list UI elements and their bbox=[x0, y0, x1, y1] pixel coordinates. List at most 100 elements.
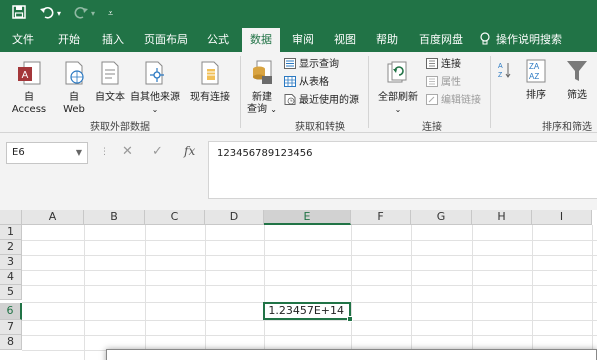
sort-az-icon: AZ bbox=[498, 63, 512, 82]
svg-text:ZA: ZA bbox=[529, 62, 540, 71]
group-label-sort-filter: 排序和筛选 bbox=[542, 122, 592, 133]
ribbon-data: A 自 Access 自 Web 自文本 自其他来源 ⌄ 现有连接 获取外部数据 bbox=[0, 52, 597, 133]
gridline bbox=[472, 225, 473, 360]
chevron-down-icon: ⌄ bbox=[394, 105, 402, 114]
row-header-7[interactable]: 7 bbox=[0, 320, 22, 335]
new-query-label-2: 查询 bbox=[247, 104, 268, 115]
tab-review[interactable]: 审阅 bbox=[286, 28, 320, 52]
chevron-down-icon[interactable]: ▼ bbox=[76, 143, 82, 163]
gridline bbox=[592, 225, 593, 360]
formula-buttons: ✕ ✓ fx bbox=[116, 142, 206, 164]
tab-insert[interactable]: 插入 bbox=[96, 28, 130, 52]
show-queries-icon bbox=[284, 58, 296, 69]
gridline bbox=[22, 320, 597, 321]
sort-ascending-button[interactable]: AZ bbox=[498, 60, 512, 83]
new-query-label-1: 新建 bbox=[252, 92, 272, 103]
sort-icon: ZA AZ bbox=[520, 58, 552, 88]
column-header-d[interactable]: D bbox=[205, 210, 264, 225]
refresh-all-button[interactable]: 全部刷新 ⌄ bbox=[374, 60, 422, 116]
active-cell-e6[interactable]: 1.23457E+14 bbox=[263, 302, 353, 322]
name-box[interactable]: E6 ▼ bbox=[6, 142, 88, 164]
column-header-b[interactable]: B bbox=[84, 210, 145, 225]
sort-button[interactable]: ZA AZ 排序 bbox=[520, 58, 552, 102]
formula-bar: E6 ▼ ⋮ ✕ ✓ fx 123456789123456 bbox=[0, 133, 597, 213]
tab-baidu-netdisk[interactable]: 百度网盘 bbox=[414, 28, 468, 52]
column-header-i[interactable]: I bbox=[532, 210, 592, 225]
gridline bbox=[22, 255, 597, 256]
tab-help[interactable]: 帮助 bbox=[370, 28, 404, 52]
group-label-connections: 连接 bbox=[422, 122, 442, 133]
tell-me-search[interactable]: 操作说明搜索 bbox=[480, 28, 590, 52]
text-file-icon bbox=[92, 60, 128, 90]
column-header-f[interactable]: F bbox=[351, 210, 411, 225]
name-box-value: E6 bbox=[12, 147, 25, 158]
title-bar: ▾ ▾ ⩡ bbox=[0, 0, 597, 28]
column-header-a[interactable]: A bbox=[22, 210, 84, 225]
tab-home[interactable]: 开始 bbox=[52, 28, 86, 52]
tab-page-layout[interactable]: 页面布局 bbox=[140, 28, 192, 52]
row-header-1[interactable]: 1 bbox=[0, 225, 22, 240]
new-query-button[interactable]: 新建 查询 ⌄ bbox=[244, 58, 280, 116]
tab-formulas[interactable]: 公式 bbox=[200, 28, 236, 52]
gridline bbox=[264, 225, 265, 360]
column-header-g[interactable]: G bbox=[411, 210, 472, 225]
show-queries-label: 显示查询 bbox=[299, 59, 339, 70]
column-header-c[interactable]: C bbox=[145, 210, 205, 225]
worksheet-grid: A B C D E F G H I 1 2 3 4 5 6 7 8 1.2345… bbox=[0, 210, 597, 360]
properties-icon bbox=[426, 76, 438, 87]
from-table-button[interactable]: 从表格 bbox=[284, 76, 329, 90]
resize-dots-icon[interactable]: ⋮ bbox=[100, 147, 109, 157]
gridline bbox=[22, 240, 597, 241]
row-header-3[interactable]: 3 bbox=[0, 255, 22, 270]
table-icon bbox=[284, 76, 296, 87]
recent-sources-label: 最近使用的源 bbox=[299, 95, 359, 106]
insert-function-button[interactable]: fx bbox=[184, 144, 195, 158]
column-header-h[interactable]: H bbox=[472, 210, 532, 225]
from-web-button[interactable]: 自 Web bbox=[58, 60, 90, 116]
connections-button[interactable]: 连接 bbox=[426, 58, 461, 72]
redo-dropdown-icon[interactable]: ▾ bbox=[91, 5, 95, 23]
formula-input[interactable]: 123456789123456 bbox=[208, 141, 597, 199]
show-queries-button[interactable]: 显示查询 bbox=[284, 58, 339, 72]
cancel-icon[interactable]: ✕ bbox=[122, 144, 133, 159]
tab-view[interactable]: 视图 bbox=[328, 28, 362, 52]
fill-handle[interactable] bbox=[347, 316, 353, 322]
row-header-5[interactable]: 5 bbox=[0, 285, 22, 300]
enter-icon[interactable]: ✓ bbox=[152, 144, 163, 159]
select-all-button[interactable] bbox=[0, 210, 22, 225]
save-icon[interactable] bbox=[12, 5, 26, 25]
properties-label: 属性 bbox=[441, 77, 461, 88]
filter-button[interactable]: 筛选 bbox=[560, 58, 594, 102]
from-access-label: 自 Access bbox=[11, 92, 47, 115]
undo-dropdown-icon[interactable]: ▾ bbox=[57, 5, 61, 23]
tab-file[interactable]: 文件 bbox=[6, 28, 40, 52]
customize-qat-icon[interactable]: ⩡ bbox=[108, 5, 113, 23]
row-header-6[interactable]: 6 bbox=[0, 303, 22, 320]
recent-sources-button[interactable]: 最近使用的源 bbox=[284, 94, 359, 108]
group-separator bbox=[240, 56, 241, 128]
chevron-down-icon: ⌄ bbox=[151, 105, 159, 114]
from-access-button[interactable]: A 自 Access bbox=[6, 60, 52, 116]
group-label-get-external-data: 获取外部数据 bbox=[90, 122, 150, 133]
gridline bbox=[22, 285, 597, 286]
dialog-window[interactable] bbox=[106, 349, 597, 360]
svg-text:AZ: AZ bbox=[529, 72, 539, 81]
properties-button[interactable]: 属性 bbox=[426, 76, 461, 90]
edit-links-button[interactable]: 编辑链接 bbox=[426, 94, 481, 108]
redo-icon[interactable] bbox=[74, 5, 88, 25]
gridline bbox=[22, 270, 597, 271]
row-header-4[interactable]: 4 bbox=[0, 270, 22, 285]
gridline bbox=[22, 335, 597, 336]
row-header-2[interactable]: 2 bbox=[0, 240, 22, 255]
row-header-8[interactable]: 8 bbox=[0, 335, 22, 350]
undo-icon[interactable] bbox=[40, 5, 54, 25]
from-text-button[interactable]: 自文本 bbox=[92, 60, 128, 104]
lightbulb-icon bbox=[480, 28, 490, 52]
refresh-all-label: 全部刷新 bbox=[378, 92, 418, 103]
from-other-sources-button[interactable]: 自其他来源 ⌄ bbox=[130, 60, 180, 116]
refresh-icon bbox=[374, 60, 422, 90]
group-separator bbox=[368, 56, 369, 128]
column-header-e[interactable]: E bbox=[264, 210, 351, 225]
existing-connections-button[interactable]: 现有连接 bbox=[186, 60, 234, 104]
tab-data[interactable]: 数据 bbox=[242, 28, 280, 52]
